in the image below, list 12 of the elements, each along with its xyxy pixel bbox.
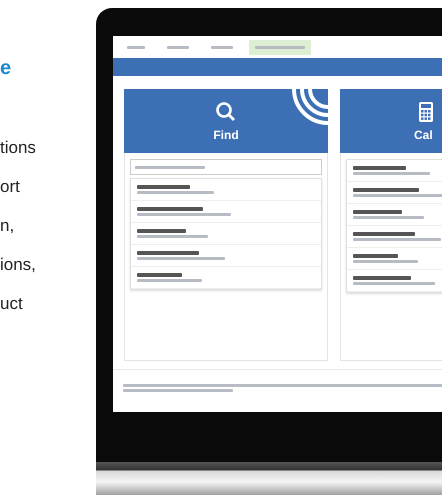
top-link[interactable] [249,40,311,54]
text: tions [0,137,37,159]
card-header[interactable]: Cal [340,89,442,153]
text: ort [0,176,21,198]
card-title: Find [213,128,239,142]
card-title: Cal [414,128,433,142]
text: e [0,56,12,81]
text: uct [0,293,24,315]
search-field[interactable] [130,159,322,175]
text: n, [0,215,16,237]
text: ions, [0,254,37,276]
card-header[interactable]: Find [124,89,328,153]
